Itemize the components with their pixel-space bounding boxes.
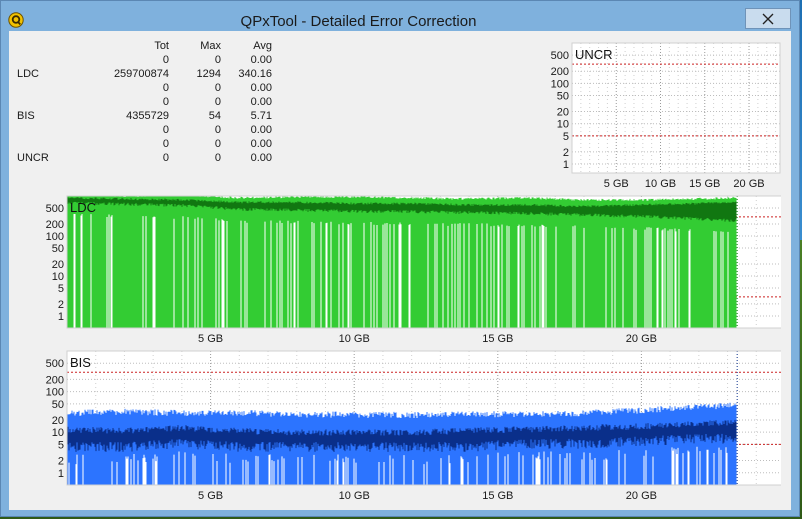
close-icon [762,13,774,24]
stats-tot: 0 [162,96,169,108]
x-tick-label: 5 GB [198,490,223,502]
stats-tot: 4355729 [126,110,169,122]
stats-label: UNCR [17,152,49,164]
y-tick-label: 20 [557,107,569,119]
chart-title: BIS [70,355,91,370]
uncr-chart: 12 51020 50100200 500 5 GB 10 GB 15 GB 20 GB UNC… [551,42,781,190]
y-tick-label: 100 [551,78,569,90]
plot-area [572,43,780,173]
stats-row: UNCR 0 0 0.00 [15,151,275,165]
stats-header-max: Max [200,40,221,52]
y-tick-label: 500 [46,203,64,215]
y-tick-label: 5 [58,283,64,295]
y-tick-label: 2 [58,456,64,468]
x-tick-label: 20 GB [626,333,657,344]
y-tick-label: 20 [52,415,64,427]
y-tick-label: 100 [46,387,64,399]
x-tick-label: 15 GB [689,178,720,190]
y-tick-label: 100 [46,231,64,243]
y-tick-label: 1 [58,468,64,480]
y-tick-label: 10 [52,271,64,283]
y-tick-label: 50 [557,90,569,102]
window-title: QPxTool - Detailed Error Correction [240,13,477,30]
stats-avg: 0.00 [250,82,272,94]
x-tick-label: 5 GB [604,178,629,190]
chart-title: LDC [70,200,96,215]
stats-row: 0 0 0.00 [15,81,275,95]
stats-tot: 259700874 [113,68,169,80]
stats-header-row: Tot Max Avg [15,39,275,53]
stats-max: 1294 [196,68,221,80]
stats-row: 0 0 0.00 [15,123,275,137]
stats-header-avg: Avg [253,40,272,52]
y-tick-label: 1 [58,311,64,323]
y-tick-label: 200 [46,374,64,386]
x-tick-label: 10 GB [339,333,370,344]
y-tick-label: 10 [557,119,569,131]
stats-avg: 0.00 [250,138,272,150]
y-tick-label: 2 [563,147,569,159]
stats-max: 0 [214,54,221,66]
stats-avg: 0.00 [250,124,272,136]
stats-avg: 5.71 [250,110,272,122]
stats-max: 0 [214,152,221,164]
stats-row: BIS 4355729 54 5.71 [15,109,275,123]
y-tick-label: 5 [58,439,64,451]
stats-label: LDC [17,68,40,80]
stats-row: 0 0 0.00 [15,137,275,151]
y-tick-label: 200 [46,219,64,231]
main-window: QPxTool - Detailed Error Correction Tot … [0,0,800,517]
stats-tot: 0 [162,54,169,66]
stats-max: 0 [214,82,221,94]
stats-label: BIS [17,110,35,122]
y-tick-label: 2 [58,299,64,311]
close-button[interactable] [745,8,791,29]
x-tick-label: 15 GB [482,333,513,344]
x-tick-label: 10 GB [645,178,676,190]
stats-row: 0 0 0.00 [15,95,275,109]
x-tick-label: 20 GB [733,178,764,190]
stats-max: 0 [214,138,221,150]
stats-max: 0 [214,124,221,136]
stats-row: LDC 259700874 1294 340.16 [15,67,275,81]
stats-avg: 0.00 [250,152,272,164]
stats-tot: 0 [162,124,169,136]
y-tick-label: 500 [46,358,64,370]
x-tick-label: 15 GB [482,490,513,502]
y-tick-label: 5 [563,131,569,143]
bis-chart: 12 51020 50100200 500 5 GB 10 GB 15 GB 20 GB BIS [46,350,781,502]
stats-tot: 0 [162,152,169,164]
stats-table: Tot Max Avg 0 0 0.00 LDC 259700874 1294 340.16… [15,39,275,171]
x-tick-label: 5 GB [198,333,223,344]
x-tick-label: 20 GB [626,490,657,502]
stats-tot: 0 [162,138,169,150]
y-tick-label: 1 [563,159,569,171]
ldc-chart: 12 51020 50100200 500 5 GB 10 GB 15 GB 20 GB LDC [46,195,781,344]
y-tick-label: 200 [551,66,569,78]
client-area: Tot Max Avg 0 0 0.00 LDC 259700874 1294 340.16… [9,31,791,510]
y-tick-label: 20 [52,259,64,271]
y-tick-label: 10 [52,427,64,439]
chart-title: UNCR [575,47,613,62]
x-tick-label: 10 GB [339,490,370,502]
y-tick-label: 500 [551,50,569,62]
stats-avg: 0.00 [250,96,272,108]
stats-max: 0 [214,96,221,108]
stats-header-tot: Tot [154,40,169,52]
y-tick-label: 50 [52,399,64,411]
stats-avg: 340.16 [238,68,272,80]
stats-max: 54 [208,110,221,122]
stats-avg: 0.00 [250,54,272,66]
y-tick-label: 50 [52,243,64,255]
stats-row: 0 0 0.00 [15,53,275,67]
stats-tot: 0 [162,82,169,94]
